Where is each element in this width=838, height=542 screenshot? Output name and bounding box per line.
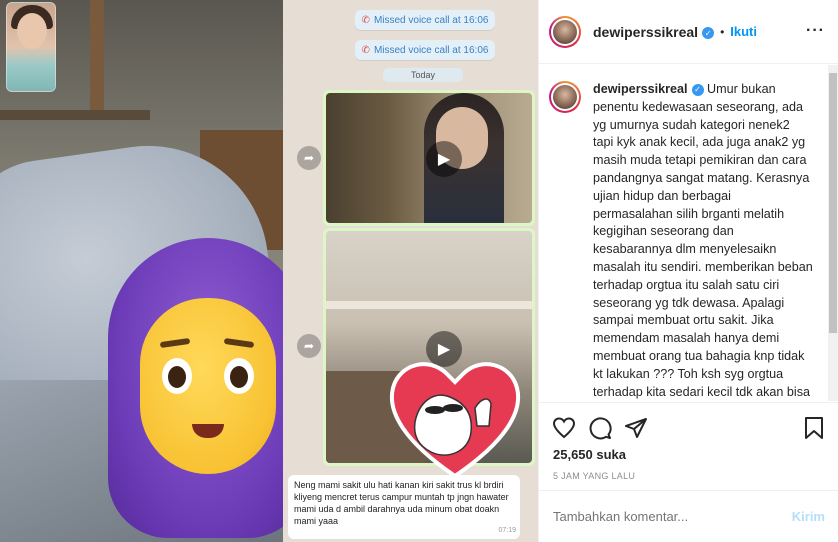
message-timestamp: 07:19 [498, 527, 516, 534]
post-timestamp[interactable]: 5 JAM YANG LALU [553, 471, 635, 481]
missed-call-text: Missed voice call at 16:06 [373, 44, 489, 56]
comments-scrollbar[interactable] [828, 65, 838, 401]
forward-icon: ➦ [297, 146, 321, 170]
heart-sticker [389, 362, 521, 479]
furniture-shelf [90, 0, 104, 120]
missed-call-notice: ✆ Missed voice call at 16:06 [355, 40, 495, 60]
separator-dot: • [720, 24, 725, 39]
video-call-pip-thumbnail [6, 2, 56, 92]
username-link[interactable]: dewiperssikreal ✓ [593, 24, 715, 40]
add-comment-form: Kirim [539, 490, 838, 542]
share-paper-plane-icon[interactable] [623, 415, 649, 441]
post-header: dewiperssikreal ✓ • Ikuti ··· [539, 0, 838, 64]
username-text[interactable]: dewiperssikreal [593, 24, 698, 40]
furniture-shelf-bar [0, 110, 150, 120]
caption-body: dewiperssikreal ✓ Umur bukan penentu kede… [593, 81, 813, 401]
post-sidebar: dewiperssikreal ✓ • Ikuti ··· dewiperssik… [538, 0, 838, 542]
post-comment-button[interactable]: Kirim [792, 509, 825, 524]
chat-message-text: Neng mami sakit ulu hati kanan kiri saki… [294, 480, 509, 526]
avatar[interactable] [549, 81, 581, 113]
post-media[interactable]: ✆ Missed voice call at 16:06 ✆ Missed vo… [0, 0, 538, 542]
comment-bubble-icon[interactable] [587, 415, 613, 441]
comment-input[interactable] [553, 509, 792, 524]
follow-button[interactable]: Ikuti [730, 24, 757, 39]
verified-badge-icon: ✓ [691, 83, 704, 96]
date-divider: Today [383, 68, 463, 82]
likes-count[interactable]: 25,650 suka [553, 447, 626, 462]
caption: dewiperssikreal ✓ Umur bukan penentu kede… [549, 81, 819, 401]
avatar[interactable] [549, 15, 581, 48]
missed-call-text: Missed voice call at 16:06 [373, 14, 489, 26]
hijab-woman-emoji [108, 238, 308, 538]
comments-section: dewiperssikreal ✓ Umur bukan penentu kede… [539, 65, 829, 401]
caption-text: Umur bukan penentu kedewasaan seseorang,… [593, 82, 813, 399]
scrollbar-thumb[interactable] [829, 73, 837, 333]
like-heart-icon[interactable] [551, 415, 577, 441]
missed-call-icon: ✆ [361, 44, 370, 56]
more-options-icon[interactable]: ··· [806, 22, 825, 40]
verified-badge-icon: ✓ [702, 27, 715, 39]
bookmark-icon[interactable] [801, 415, 827, 441]
missed-call-icon: ✆ [361, 14, 370, 26]
forward-icon: ➦ [297, 334, 321, 358]
missed-call-notice: ✆ Missed voice call at 16:06 [355, 10, 495, 30]
chat-message-bubble: Neng mami sakit ulu hati kanan kiri saki… [288, 475, 520, 539]
caption-username[interactable]: dewiperssikreal [593, 82, 688, 96]
video-message: ▶ [323, 90, 535, 226]
play-icon: ▶ [426, 141, 462, 177]
